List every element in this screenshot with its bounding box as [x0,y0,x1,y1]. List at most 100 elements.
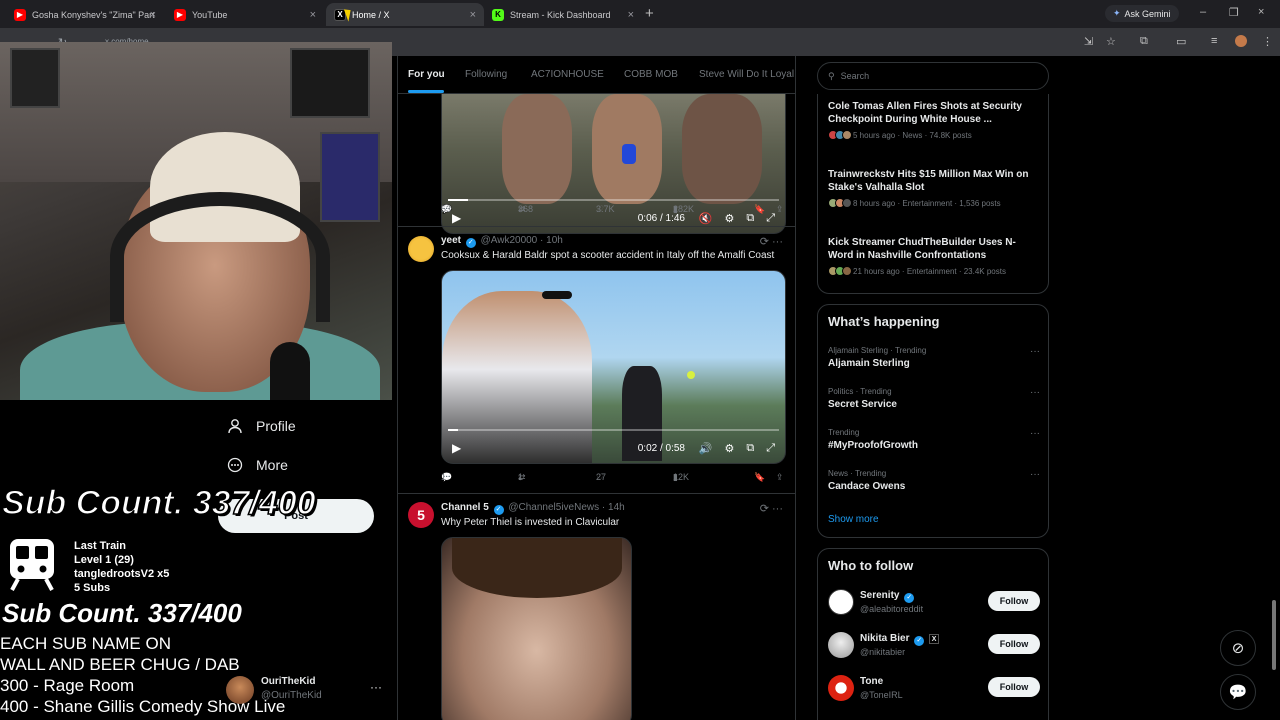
follow-button[interactable]: Follow [988,591,1040,611]
suggestion-handle: @nikitabier [860,647,906,657]
more-icon[interactable]: ··· [1030,469,1040,480]
follow-suggestion[interactable]: Tone @ToneIRL Follow [828,675,1040,705]
settings-gear-icon[interactable]: ⚙ [724,442,734,455]
avatar[interactable] [408,236,434,262]
volume-icon[interactable]: 🔊 [699,442,713,455]
news-item[interactable]: Cole Tomas Allen Fires Shots at Security… [828,100,1040,140]
grok-button[interactable]: ⊘ [1220,630,1256,666]
tab-steve-will-do-it[interactable]: Steve Will Do It Loyal [699,69,794,80]
tab-for-you[interactable]: For you [408,69,445,80]
split-view-icon[interactable]: ▭ [1176,35,1186,48]
trend-context: News · Trending [828,469,887,478]
youtube-icon: ▶ [174,8,186,21]
whats-happening-card: What’s happening Aljamain Sterling · Tre… [817,304,1049,538]
news-item[interactable]: Trainwreckstv Hits $15 Million Max Win o… [828,168,1040,208]
show-more-link[interactable]: Show more [828,514,879,525]
play-icon[interactable]: ▶ [452,441,461,455]
suggestion-name: Tone [860,676,884,687]
section-heading: Who to follow [828,558,914,573]
verified-badge-icon: ✓ [465,238,476,248]
news-title: Kick Streamer ChudTheBuilder Uses N-Word… [828,237,1016,261]
person-icon [226,417,244,435]
chat-bubble-icon: 💬 [1228,684,1248,701]
follow-suggestion[interactable]: Serenity ✓ @aleabitoreddit Follow [828,589,1040,619]
share-icon[interactable]: ⇪ [776,472,784,483]
post-timestamp[interactable]: · 10h [540,235,563,246]
more-icon[interactable]: ⟳ ··· [760,502,783,515]
channel5-logo-icon[interactable]: 5 [408,502,434,528]
ask-gemini-button[interactable]: ✦ Ask Gemini [1105,5,1179,22]
tab-ac7ionhouse[interactable]: AC7IONHOUSE [531,69,604,80]
browser-tab[interactable]: K Stream - Kick Dashboard × [484,3,642,26]
bookmark-icon[interactable]: 🔖 [754,472,765,483]
video-progress[interactable] [448,429,779,431]
post-image[interactable] [441,537,632,720]
nav-profile[interactable]: Profile [226,417,296,435]
install-icon[interactable]: ⇲ [1084,35,1093,48]
headset [110,192,330,322]
trend-item[interactable]: News · Trending Candace Owens ··· [828,469,1040,492]
search-input[interactable]: ⚲ Search [817,62,1049,90]
suggestion-name: Serenity [860,590,900,601]
tab-following[interactable]: Following [465,69,507,80]
more-icon[interactable]: ··· [1030,387,1040,398]
suggestion-handle: @aleabitoreddit [860,604,924,614]
more-icon[interactable]: ⟳ ··· [760,235,783,248]
nav-more[interactable]: More [226,456,288,474]
account-switcher[interactable]: OuriTheKid @OuriTheKid ··· [226,674,392,706]
more-icon[interactable]: ··· [1030,346,1040,357]
follow-button[interactable]: Follow [988,634,1040,654]
post-timestamp[interactable]: · 14h [602,502,625,513]
video-progress[interactable] [448,199,779,201]
post-author-name[interactable]: yeet [441,235,461,246]
tab-cobb-mob[interactable]: COBB MOB [624,69,678,80]
browser-tab[interactable]: ▶ Gosha Konyshev's "Zima" Part × [6,3,164,26]
picture-in-picture-icon[interactable]: ⧉ [746,442,754,455]
suggestion-name-row: Nikita Bier ✓ X [860,633,940,646]
video-person [502,94,572,204]
close-icon[interactable]: × [628,9,634,21]
close-icon[interactable]: × [150,9,156,21]
kebab-menu-icon[interactable]: ⋮ [1262,35,1273,48]
scrollbar-thumb[interactable] [1272,600,1276,670]
post-author-name[interactable]: Channel 5 [441,502,489,513]
reply-count: 1 [441,472,447,482]
more-icon[interactable]: ··· [370,680,382,694]
fullscreen-icon[interactable]: ⤢ [766,442,775,455]
new-tab-button[interactable]: + [645,5,654,22]
timeline-tabs: For you Following AC7IONHOUSE COBB MOB S… [398,56,795,94]
video-player[interactable]: ▶ 0:02 / 0:58 🔊 ⚙ ⧉ ⤢ [441,270,786,464]
verified-badge-icon: ✓ [904,593,915,603]
news-card: Cole Tomas Allen Fires Shots at Security… [817,94,1049,294]
browser-tab[interactable]: ▶ YouTube × [166,3,324,26]
extensions-icon[interactable]: ⧉ [1140,35,1148,48]
minimize-icon[interactable]: – [1200,6,1206,18]
follow-suggestion[interactable]: Nikita Bier ✓ X @nikitabier Follow [828,632,1040,662]
trend-item[interactable]: Aljamain Sterling · Trending Aljamain St… [828,346,1040,369]
latest-sub-info: Last Train Level 1 (29) tangledrootsV2 x… [74,539,169,595]
suggestion-handle: @ToneIRL [860,690,903,700]
trend-item[interactable]: Trending #MyProofofGrowth ··· [828,428,1040,451]
share-icon[interactable]: ⇪ [776,204,784,215]
bookmark-star-icon[interactable]: ☆ [1106,35,1116,48]
restore-icon[interactable]: ❐ [1229,6,1239,19]
messages-button[interactable]: 💬 [1220,674,1256,710]
video-object [622,144,636,164]
follow-button[interactable]: Follow [988,677,1040,697]
bookmark-icon[interactable]: 🔖 [754,204,765,215]
sparkle-icon: ✦ [1113,8,1121,18]
trend-item[interactable]: Politics · Trending Secret Service ··· [828,387,1040,410]
close-icon[interactable]: × [310,9,316,21]
close-icon[interactable]: × [470,9,476,21]
more-icon[interactable]: ··· [1030,428,1040,439]
account-handle: @OuriTheKid [261,690,322,701]
page-scrollbar[interactable] [1270,60,1278,720]
suggestion-name-row: Serenity ✓ [860,590,916,603]
news-item[interactable]: Kick Streamer ChudTheBuilder Uses N-Word… [828,236,1040,276]
media-icon[interactable]: ≡ [1211,35,1217,47]
post-author-handle[interactable]: @Channel5iveNews [508,502,599,513]
post-actions: 💬 53 ⇄ 368 ♡ 3.7K ▮ 282K 🔖 ⇪ [441,204,786,220]
close-window-icon[interactable]: × [1258,6,1264,18]
post-author-handle[interactable]: @Awk20000 [481,235,538,246]
profile-avatar-icon[interactable] [1235,35,1247,47]
